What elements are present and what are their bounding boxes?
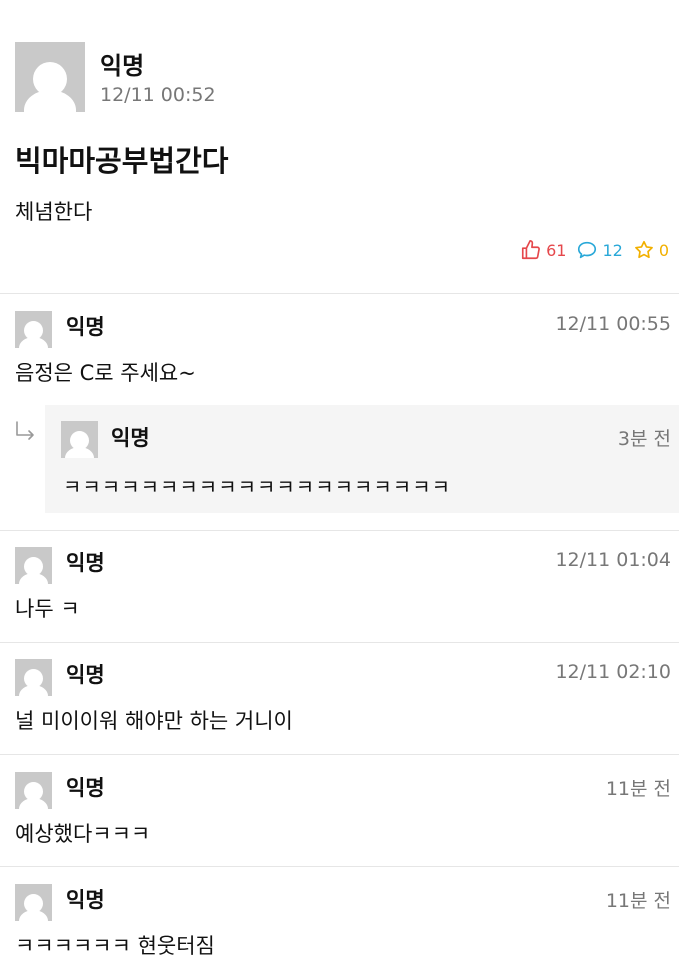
reply-text: ㅋㅋㅋㅋㅋㅋㅋㅋㅋㅋㅋㅋㅋㅋㅋㅋㅋㅋㅋㅋ bbox=[63, 475, 451, 499]
post-timestamp: 12/11 00:52 bbox=[100, 84, 216, 106]
divider bbox=[0, 530, 679, 531]
reply-author[interactable]: 익명 bbox=[111, 422, 150, 452]
reply-arrow-icon bbox=[16, 421, 34, 440]
comment-avatar[interactable] bbox=[15, 659, 52, 696]
comment-avatar[interactable] bbox=[15, 772, 52, 809]
comment-count: 12 bbox=[602, 240, 623, 260]
comment-author[interactable]: 익명 bbox=[66, 772, 105, 802]
comment-author[interactable]: 익명 bbox=[66, 884, 105, 914]
post-header: 익명 12/11 00:52 bbox=[15, 42, 665, 114]
scrap-count: 0 bbox=[658, 240, 669, 260]
divider bbox=[0, 642, 679, 643]
comment-avatar[interactable] bbox=[15, 311, 52, 348]
post-body: 체념한다 bbox=[15, 200, 93, 224]
post-author[interactable]: 익명 bbox=[100, 46, 144, 81]
speech-bubble-icon bbox=[578, 241, 597, 259]
comment-text: ㅋㅋㅋㅋㅋㅋ 현웃터짐 bbox=[15, 934, 215, 958]
comment-author[interactable]: 익명 bbox=[66, 311, 105, 341]
divider bbox=[0, 293, 679, 294]
comment-timestamp: 11분 전 bbox=[605, 778, 671, 800]
comment-text: 예상했다ㅋㅋㅋ bbox=[15, 822, 151, 846]
comment-timestamp: 12/11 02:10 bbox=[555, 661, 671, 683]
like-count: 61 bbox=[546, 240, 567, 260]
comment-author[interactable]: 익명 bbox=[66, 659, 105, 689]
comment-text: 나두 ㅋ bbox=[15, 597, 80, 621]
divider bbox=[0, 866, 679, 867]
post-stats: 61 12 0 bbox=[510, 239, 669, 261]
post-title: 빅마마공부법간다 bbox=[15, 144, 229, 178]
thumbs-up-icon bbox=[522, 240, 541, 260]
reply-avatar[interactable] bbox=[61, 421, 98, 458]
comment-text: 음정은 C로 주세요~ bbox=[15, 361, 196, 385]
divider bbox=[0, 754, 679, 755]
scrap-button[interactable]: 0 bbox=[633, 239, 669, 261]
comment-avatar[interactable] bbox=[15, 547, 52, 584]
comment-text: 널 미이이워 해야만 하는 거니이 bbox=[15, 709, 293, 733]
comment-count-button[interactable]: 12 bbox=[576, 239, 623, 261]
comment-timestamp: 12/11 01:04 bbox=[555, 549, 671, 571]
comment-author[interactable]: 익명 bbox=[66, 547, 105, 577]
comment-avatar[interactable] bbox=[15, 884, 52, 921]
star-icon bbox=[634, 240, 653, 259]
like-button[interactable]: 61 bbox=[520, 239, 566, 261]
reply-item: 익명 3분 전 ㅋㅋㅋㅋㅋㅋㅋㅋㅋㅋㅋㅋㅋㅋㅋㅋㅋㅋㅋㅋ bbox=[45, 405, 679, 513]
reply-timestamp: 3분 전 bbox=[617, 428, 671, 450]
comment-timestamp: 12/11 00:55 bbox=[555, 313, 671, 335]
comment-timestamp: 11분 전 bbox=[605, 890, 671, 912]
author-avatar[interactable] bbox=[15, 42, 85, 112]
